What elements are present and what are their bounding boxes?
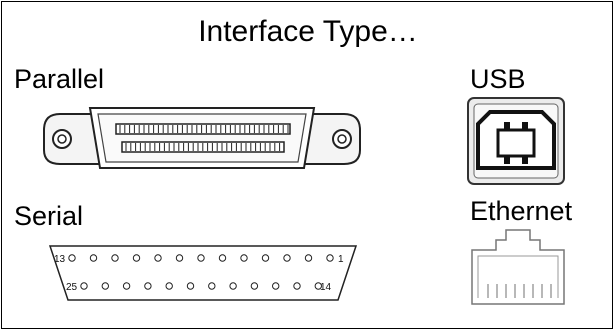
serial-pin	[240, 254, 248, 262]
serial-pin	[229, 282, 237, 290]
serial-pin	[208, 282, 216, 290]
usb-b-port-icon	[467, 97, 565, 185]
serial-top-start-label: 13	[54, 254, 66, 265]
serial-pin	[132, 254, 141, 262]
serial-pin	[283, 254, 291, 262]
serial-pin	[80, 282, 88, 290]
serial-pin	[261, 254, 270, 262]
serial-bottom-start-label: 25	[66, 282, 78, 293]
serial-pin	[314, 282, 322, 290]
serial-pin	[165, 282, 173, 290]
serial-pin	[68, 254, 76, 262]
usb-label: USB	[470, 64, 526, 94]
page-title: Interface Type…	[198, 15, 418, 48]
serial-pin	[272, 282, 280, 290]
serial-top-end-label: 1	[338, 254, 344, 265]
serial-pin	[122, 282, 131, 290]
parallel-label: Parallel	[14, 64, 105, 94]
db25-serial-port-icon: 13 1 25 14	[48, 245, 358, 301]
serial-pin	[218, 254, 227, 262]
rj45-ethernet-port-icon	[471, 229, 565, 305]
serial-pin	[89, 254, 98, 262]
serial-pin	[293, 282, 301, 290]
interface-type-panel: Interface Type… Parallel USB Serial 13 1…	[1, 1, 613, 329]
serial-pin	[197, 254, 205, 262]
serial-pin	[101, 282, 109, 290]
ethernet-label: Ethernet	[470, 196, 573, 226]
serial-pin	[250, 282, 259, 290]
serial-pin	[175, 254, 184, 262]
serial-bottom-end-label: 14	[320, 282, 332, 293]
serial-label: Serial	[14, 201, 84, 231]
serial-pin	[144, 282, 152, 290]
serial-pin	[304, 254, 313, 262]
serial-pin	[154, 254, 162, 262]
serial-pin	[326, 254, 334, 262]
parallel-port-icon	[43, 107, 361, 169]
serial-pin	[111, 254, 119, 262]
serial-pin	[186, 282, 195, 290]
